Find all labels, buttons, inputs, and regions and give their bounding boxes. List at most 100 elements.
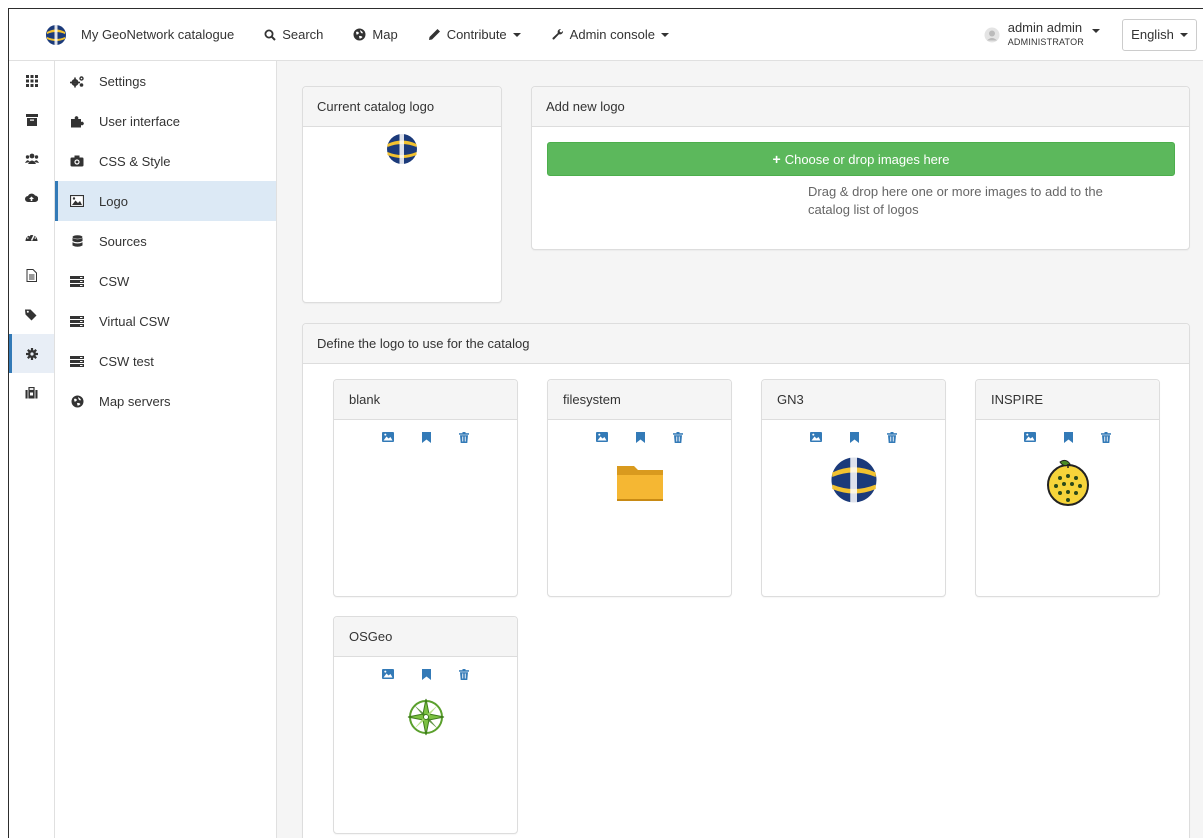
bookmark-icon[interactable] <box>422 669 431 685</box>
nav-contribute[interactable]: Contribute <box>428 27 521 42</box>
toolbox-icon <box>25 386 38 398</box>
bookmark-icon[interactable] <box>850 432 859 448</box>
nav-map-label: Map <box>372 27 398 42</box>
panel-title: Define the logo to use for the catalog <box>317 336 530 351</box>
logo-card-osgeo: OSGeo <box>333 616 518 834</box>
rail-item-statistics[interactable] <box>9 217 54 256</box>
nav-search-label: Search <box>282 27 324 42</box>
brand[interactable]: My GeoNetwork catalogue <box>45 24 234 46</box>
trash-icon[interactable] <box>887 432 897 448</box>
server-icon <box>69 273 85 289</box>
nav-contribute-label: Contribute <box>446 27 507 42</box>
card-heading: filesystem <box>548 380 731 420</box>
language-label: English <box>1131 27 1174 42</box>
rail-item-users[interactable] <box>9 139 54 178</box>
card-actions <box>334 657 517 685</box>
bookmark-icon[interactable] <box>422 432 431 448</box>
sub-item-label: User interface <box>99 113 180 129</box>
app-window: My GeoNetwork catalogue Search Map Contr… <box>8 8 1203 838</box>
database-icon <box>69 233 85 249</box>
card-image <box>548 462 731 502</box>
add-logo-panel: Add new logo + Choose or drop images her… <box>531 86 1190 250</box>
rail-item-classification[interactable] <box>9 295 54 334</box>
picture-icon[interactable] <box>382 432 394 448</box>
nav-admin-console[interactable]: Admin console <box>551 27 669 42</box>
nav-search[interactable]: Search <box>264 27 323 42</box>
rail-item-reports[interactable] <box>9 256 54 295</box>
dashboard-gauge-icon <box>25 234 38 241</box>
card-title: OSGeo <box>349 629 393 644</box>
archive-icon <box>25 113 38 126</box>
chevron-down-icon <box>660 32 669 37</box>
trash-icon[interactable] <box>459 432 469 448</box>
rail-item-settings[interactable] <box>9 334 54 373</box>
picture-icon[interactable] <box>382 669 394 685</box>
choose-images-button[interactable]: + Choose or drop images here <box>547 142 1175 176</box>
sub-item-label: Map servers <box>99 393 171 409</box>
rail-item-metadata[interactable] <box>9 100 54 139</box>
picture-icon[interactable] <box>810 432 822 448</box>
sub-item-virtual-csw[interactable]: Virtual CSW <box>55 301 276 341</box>
users-icon <box>24 153 39 164</box>
nav-admin-console-label: Admin console <box>569 27 655 42</box>
nav-map[interactable]: Map <box>353 27 398 42</box>
logo-card-inspire: INSPIRE <box>975 379 1160 597</box>
panel-title: Current catalog logo <box>317 99 435 114</box>
sub-item-logo[interactable]: Logo <box>55 181 276 221</box>
user-menu[interactable]: admin admin ADMINISTRATOR <box>984 21 1100 48</box>
panel-heading: Define the logo to use for the catalog <box>303 324 1189 364</box>
sub-item-csw-test[interactable]: CSW test <box>55 341 276 381</box>
rail-item-dashboard[interactable] <box>9 61 54 100</box>
rail-item-tools[interactable] <box>9 373 54 412</box>
logo-card-blank: blank <box>333 379 518 597</box>
sub-item-label: CSS & Style <box>99 153 171 169</box>
pencil-icon <box>428 29 440 40</box>
trash-icon[interactable] <box>459 669 469 685</box>
card-actions <box>548 420 731 448</box>
sub-item-csw[interactable]: CSW <box>55 261 276 301</box>
sub-item-map-servers[interactable]: Map servers <box>55 381 276 421</box>
user-text: admin admin ADMINISTRATOR <box>1008 21 1084 48</box>
camera-icon <box>69 153 85 169</box>
logo-card-filesystem: filesystem <box>547 379 732 597</box>
gear-icon <box>25 347 38 360</box>
card-heading: blank <box>334 380 517 420</box>
picture-icon[interactable] <box>1024 432 1036 448</box>
card-heading: OSGeo <box>334 617 517 657</box>
picture-icon[interactable] <box>596 432 608 448</box>
choose-images-label: Choose or drop images here <box>784 151 950 167</box>
card-title: filesystem <box>563 392 621 407</box>
folder-icon <box>616 466 663 501</box>
sub-item-label: Logo <box>99 193 128 209</box>
user-avatar-icon <box>984 27 1000 42</box>
current-logo-image-wrap <box>303 127 501 165</box>
bookmark-icon[interactable] <box>1064 432 1073 448</box>
trash-icon[interactable] <box>673 432 683 448</box>
rail-item-harvesting[interactable] <box>9 178 54 217</box>
sub-item-settings[interactable]: Settings <box>55 61 276 101</box>
top-navbar: My GeoNetwork catalogue Search Map Contr… <box>9 9 1203 61</box>
panel-heading: Add new logo <box>532 87 1189 127</box>
define-logo-panel: Define the logo to use for the catalog b… <box>302 323 1190 838</box>
card-actions <box>762 420 945 448</box>
sub-item-user-interface[interactable]: User interface <box>55 101 276 141</box>
panel-heading: Current catalog logo <box>303 87 501 127</box>
sub-item-css-style[interactable]: CSS & Style <box>55 141 276 181</box>
globe-icon <box>69 393 85 409</box>
language-select[interactable]: English <box>1122 18 1197 51</box>
bookmark-icon[interactable] <box>636 432 645 448</box>
sub-item-sources[interactable]: Sources <box>55 221 276 261</box>
admin-icon-rail <box>9 61 55 838</box>
globe-icon <box>353 28 366 41</box>
settings-submenu: Settings User interface CSS & Style Logo… <box>55 61 277 838</box>
card-actions <box>976 420 1159 448</box>
card-heading: INSPIRE <box>976 380 1159 420</box>
sub-item-label: CSW <box>99 273 130 289</box>
chevron-down-icon <box>512 32 521 37</box>
brand-label: My GeoNetwork catalogue <box>81 27 235 42</box>
trash-icon[interactable] <box>1101 432 1111 448</box>
panel-title: Add new logo <box>546 99 625 114</box>
card-title: GN3 <box>777 392 804 407</box>
sub-item-label: Settings <box>99 73 146 89</box>
inspire-globe-logo <box>1046 459 1089 506</box>
